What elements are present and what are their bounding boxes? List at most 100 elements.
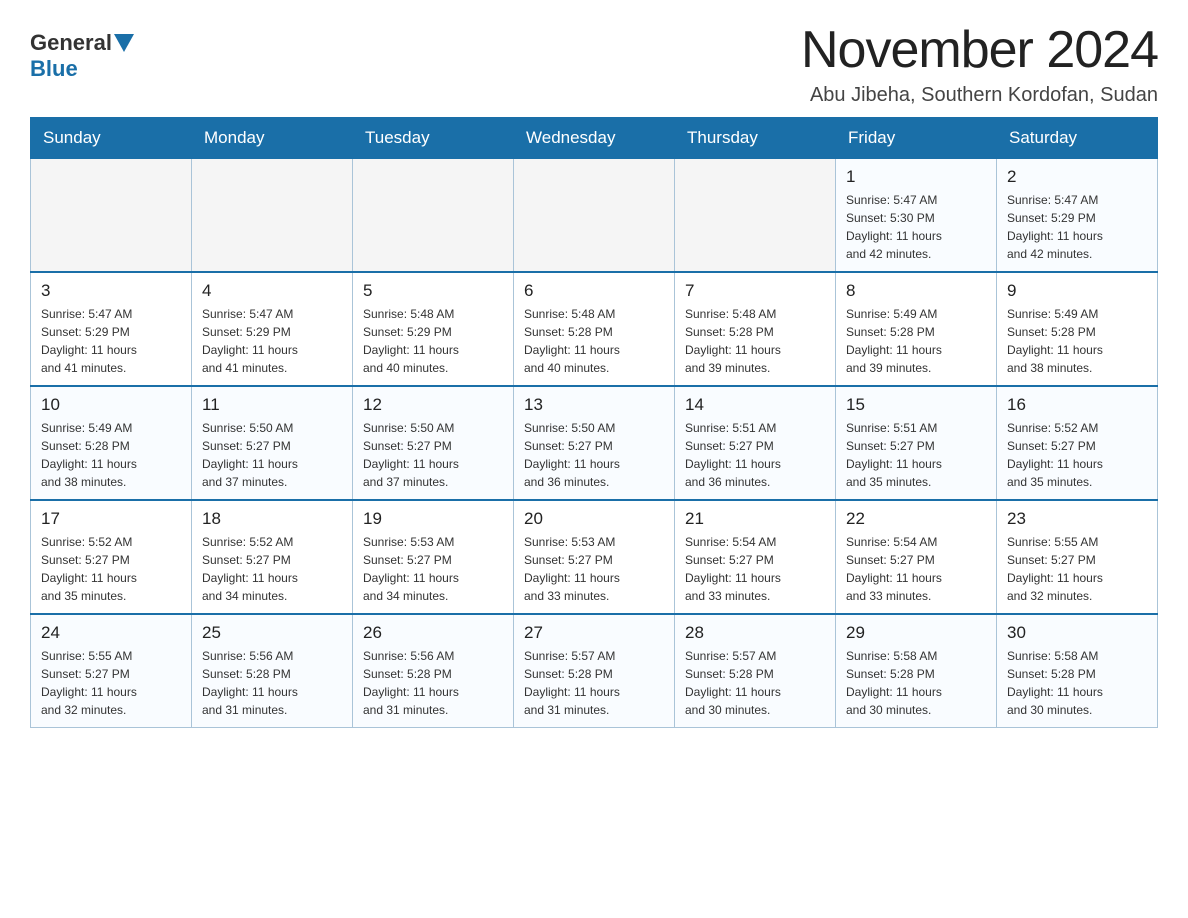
- calendar-cell: 5 Sunrise: 5:48 AM Sunset: 5:29 PM Daylig…: [353, 272, 514, 386]
- day-info: Sunrise: 5:47 AM Sunset: 5:29 PM Dayligh…: [41, 305, 181, 377]
- weekday-header-wednesday: Wednesday: [514, 118, 675, 159]
- day-number: 19: [363, 509, 503, 529]
- day-number: 9: [1007, 281, 1147, 301]
- day-number: 8: [846, 281, 986, 301]
- day-number: 10: [41, 395, 181, 415]
- logo-blue-text: Blue: [30, 56, 78, 82]
- calendar-cell: [675, 159, 836, 273]
- calendar-cell: 8 Sunrise: 5:49 AM Sunset: 5:28 PM Daylig…: [836, 272, 997, 386]
- day-number: 12: [363, 395, 503, 415]
- day-info: Sunrise: 5:50 AM Sunset: 5:27 PM Dayligh…: [202, 419, 342, 491]
- logo-arrow-icon: [114, 34, 134, 52]
- day-info: Sunrise: 5:50 AM Sunset: 5:27 PM Dayligh…: [524, 419, 664, 491]
- calendar-cell: 17 Sunrise: 5:52 AM Sunset: 5:27 PM Dayli…: [31, 500, 192, 614]
- title-area: November 2024 Abu Jibeha, Southern Kordo…: [801, 20, 1158, 107]
- calendar-cell: 27 Sunrise: 5:57 AM Sunset: 5:28 PM Dayli…: [514, 614, 675, 728]
- calendar-cell: 25 Sunrise: 5:56 AM Sunset: 5:28 PM Dayli…: [192, 614, 353, 728]
- calendar-cell: 10 Sunrise: 5:49 AM Sunset: 5:28 PM Dayli…: [31, 386, 192, 500]
- logo-general-text: General: [30, 30, 112, 56]
- day-number: 30: [1007, 623, 1147, 643]
- day-number: 16: [1007, 395, 1147, 415]
- day-number: 15: [846, 395, 986, 415]
- day-info: Sunrise: 5:49 AM Sunset: 5:28 PM Dayligh…: [41, 419, 181, 491]
- day-info: Sunrise: 5:53 AM Sunset: 5:27 PM Dayligh…: [363, 533, 503, 605]
- calendar-cell: [192, 159, 353, 273]
- day-number: 28: [685, 623, 825, 643]
- calendar-cell: 7 Sunrise: 5:48 AM Sunset: 5:28 PM Daylig…: [675, 272, 836, 386]
- calendar-cell: 23 Sunrise: 5:55 AM Sunset: 5:27 PM Dayli…: [997, 500, 1158, 614]
- weekday-header-sunday: Sunday: [31, 118, 192, 159]
- calendar-cell: 18Sunrise: 5:52 AM Sunset: 5:27 PM Dayli…: [192, 500, 353, 614]
- day-number: 3: [41, 281, 181, 301]
- calendar-cell: [514, 159, 675, 273]
- calendar-week-row: 10 Sunrise: 5:49 AM Sunset: 5:28 PM Dayli…: [31, 386, 1158, 500]
- weekday-header-monday: Monday: [192, 118, 353, 159]
- calendar-cell: 29 Sunrise: 5:58 AM Sunset: 5:28 PM Dayli…: [836, 614, 997, 728]
- day-info: Sunrise: 5:56 AM Sunset: 5:28 PM Dayligh…: [202, 647, 342, 719]
- day-info: Sunrise: 5:49 AM Sunset: 5:28 PM Dayligh…: [846, 305, 986, 377]
- calendar-cell: 6Sunrise: 5:48 AM Sunset: 5:28 PM Daylig…: [514, 272, 675, 386]
- day-number: 25: [202, 623, 342, 643]
- day-info: Sunrise: 5:52 AM Sunset: 5:27 PM Dayligh…: [1007, 419, 1147, 491]
- day-number: 14: [685, 395, 825, 415]
- calendar-cell: [353, 159, 514, 273]
- day-info: Sunrise: 5:55 AM Sunset: 5:27 PM Dayligh…: [1007, 533, 1147, 605]
- calendar-week-row: 24Sunrise: 5:55 AM Sunset: 5:27 PM Dayli…: [31, 614, 1158, 728]
- calendar-cell: 3 Sunrise: 5:47 AM Sunset: 5:29 PM Daylig…: [31, 272, 192, 386]
- day-info: Sunrise: 5:54 AM Sunset: 5:27 PM Dayligh…: [685, 533, 825, 605]
- day-info: Sunrise: 5:56 AM Sunset: 5:28 PM Dayligh…: [363, 647, 503, 719]
- calendar-cell: 24Sunrise: 5:55 AM Sunset: 5:27 PM Dayli…: [31, 614, 192, 728]
- day-number: 26: [363, 623, 503, 643]
- day-number: 13: [524, 395, 664, 415]
- calendar-cell: 28Sunrise: 5:57 AM Sunset: 5:28 PM Dayli…: [675, 614, 836, 728]
- day-info: Sunrise: 5:52 AM Sunset: 5:27 PM Dayligh…: [202, 533, 342, 605]
- weekday-header-row: SundayMondayTuesdayWednesdayThursdayFrid…: [31, 118, 1158, 159]
- day-number: 1: [846, 167, 986, 187]
- month-title: November 2024: [801, 20, 1158, 80]
- day-info: Sunrise: 5:54 AM Sunset: 5:27 PM Dayligh…: [846, 533, 986, 605]
- day-number: 6: [524, 281, 664, 301]
- day-info: Sunrise: 5:53 AM Sunset: 5:27 PM Dayligh…: [524, 533, 664, 605]
- page-header: General Blue November 2024 Abu Jibeha, S…: [30, 20, 1158, 107]
- day-info: Sunrise: 5:57 AM Sunset: 5:28 PM Dayligh…: [524, 647, 664, 719]
- calendar-cell: 19 Sunrise: 5:53 AM Sunset: 5:27 PM Dayli…: [353, 500, 514, 614]
- calendar-cell: 12Sunrise: 5:50 AM Sunset: 5:27 PM Dayli…: [353, 386, 514, 500]
- weekday-header-tuesday: Tuesday: [353, 118, 514, 159]
- logo: General Blue: [30, 20, 136, 82]
- calendar-cell: 16 Sunrise: 5:52 AM Sunset: 5:27 PM Dayli…: [997, 386, 1158, 500]
- day-number: 27: [524, 623, 664, 643]
- calendar-cell: 26 Sunrise: 5:56 AM Sunset: 5:28 PM Dayli…: [353, 614, 514, 728]
- day-number: 11: [202, 395, 342, 415]
- day-number: 7: [685, 281, 825, 301]
- calendar-cell: 9 Sunrise: 5:49 AM Sunset: 5:28 PM Daylig…: [997, 272, 1158, 386]
- calendar-cell: 1 Sunrise: 5:47 AM Sunset: 5:30 PM Daylig…: [836, 159, 997, 273]
- day-info: Sunrise: 5:47 AM Sunset: 5:29 PM Dayligh…: [1007, 191, 1147, 263]
- day-info: Sunrise: 5:47 AM Sunset: 5:30 PM Dayligh…: [846, 191, 986, 263]
- day-number: 5: [363, 281, 503, 301]
- day-info: Sunrise: 5:51 AM Sunset: 5:27 PM Dayligh…: [685, 419, 825, 491]
- calendar-cell: 21 Sunrise: 5:54 AM Sunset: 5:27 PM Dayli…: [675, 500, 836, 614]
- weekday-header-thursday: Thursday: [675, 118, 836, 159]
- calendar-cell: 22Sunrise: 5:54 AM Sunset: 5:27 PM Dayli…: [836, 500, 997, 614]
- calendar-cell: 4Sunrise: 5:47 AM Sunset: 5:29 PM Daylig…: [192, 272, 353, 386]
- weekday-header-friday: Friday: [836, 118, 997, 159]
- calendar-week-row: 3 Sunrise: 5:47 AM Sunset: 5:29 PM Daylig…: [31, 272, 1158, 386]
- day-info: Sunrise: 5:52 AM Sunset: 5:27 PM Dayligh…: [41, 533, 181, 605]
- day-info: Sunrise: 5:48 AM Sunset: 5:28 PM Dayligh…: [685, 305, 825, 377]
- calendar-cell: [31, 159, 192, 273]
- calendar-cell: 13 Sunrise: 5:50 AM Sunset: 5:27 PM Dayli…: [514, 386, 675, 500]
- day-number: 23: [1007, 509, 1147, 529]
- calendar-week-row: 17 Sunrise: 5:52 AM Sunset: 5:27 PM Dayli…: [31, 500, 1158, 614]
- day-number: 20: [524, 509, 664, 529]
- location-title: Abu Jibeha, Southern Kordofan, Sudan: [801, 84, 1158, 107]
- day-number: 21: [685, 509, 825, 529]
- calendar-cell: 14 Sunrise: 5:51 AM Sunset: 5:27 PM Dayli…: [675, 386, 836, 500]
- day-info: Sunrise: 5:47 AM Sunset: 5:29 PM Dayligh…: [202, 305, 342, 377]
- calendar-cell: 15Sunrise: 5:51 AM Sunset: 5:27 PM Dayli…: [836, 386, 997, 500]
- day-info: Sunrise: 5:49 AM Sunset: 5:28 PM Dayligh…: [1007, 305, 1147, 377]
- day-info: Sunrise: 5:55 AM Sunset: 5:27 PM Dayligh…: [41, 647, 181, 719]
- day-info: Sunrise: 5:58 AM Sunset: 5:28 PM Dayligh…: [846, 647, 986, 719]
- day-info: Sunrise: 5:48 AM Sunset: 5:29 PM Dayligh…: [363, 305, 503, 377]
- day-number: 29: [846, 623, 986, 643]
- day-number: 17: [41, 509, 181, 529]
